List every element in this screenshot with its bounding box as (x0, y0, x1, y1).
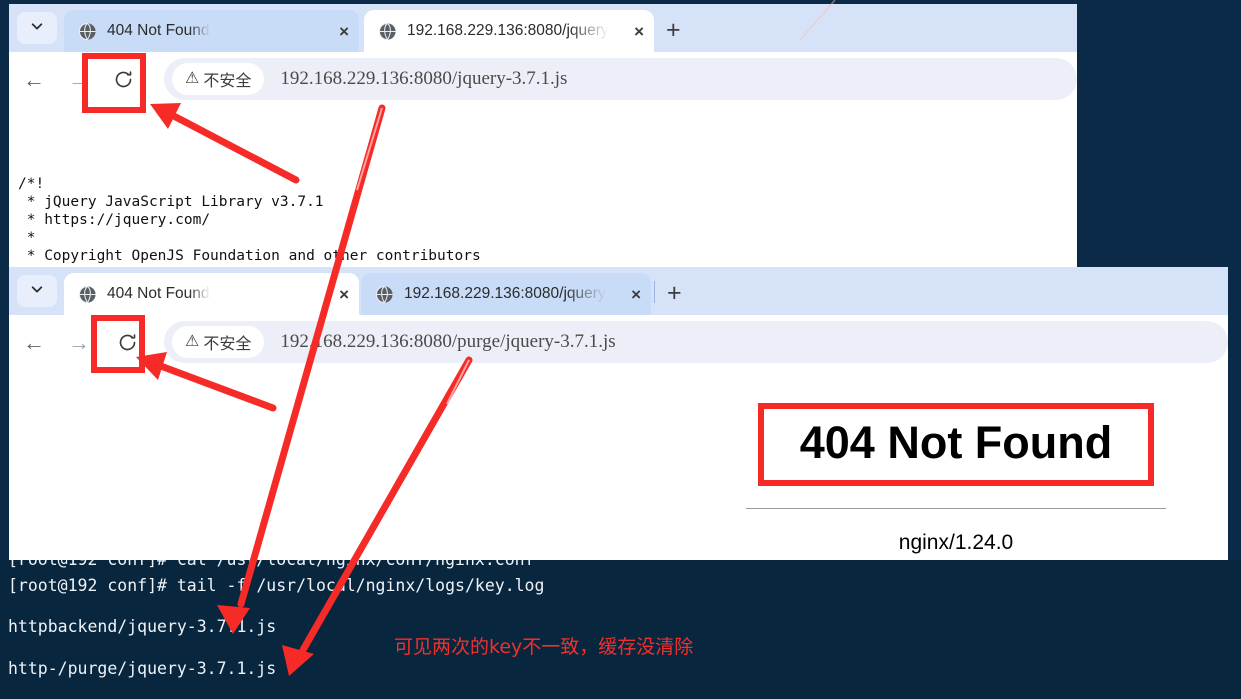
tab-separator (654, 281, 655, 303)
globe-icon (78, 285, 97, 304)
tab-title: 192.168.229.136:8080/jquery (404, 285, 606, 302)
forward-button-bottom[interactable]: → (68, 332, 90, 354)
browser-window-bottom: 404 Not Found × 192.168.229.136:8080/jqu… (9, 267, 1228, 568)
address-bar-top[interactable]: ⚠ 不安全 192.168.229.136:8080/jquery-3.7.1.… (164, 58, 1077, 100)
warning-triangle-icon: ⚠ (185, 70, 200, 87)
security-status-bottom[interactable]: ⚠ 不安全 (172, 326, 265, 358)
nginx-error-page: 404 Not Found nginx/1.24.0 (746, 403, 1166, 555)
tab-strip-top: 404 Not Found × 192.168.229.136:8080/jqu… (9, 4, 1077, 52)
address-bar-bottom[interactable]: ⚠ 不安全 192.168.229.136:8080/purge/jquery-… (164, 321, 1228, 363)
terminal-window[interactable]: [root@192 conf]# cat /usr/local/nginx/co… (0, 560, 1241, 699)
tab-close-icon[interactable]: × (617, 286, 641, 303)
globe-icon (375, 285, 394, 304)
security-label: 不安全 (203, 73, 252, 90)
url-text-bottom: 192.168.229.136:8080/purge/jquery-3.7.1.… (280, 331, 616, 352)
security-label: 不安全 (203, 336, 252, 353)
annotation-note-text: 可见两次的key不一致，缓存没清除 (394, 636, 694, 658)
page-viewport-bottom: 404 Not Found nginx/1.24.0 (9, 370, 1228, 568)
tab-close-icon[interactable]: × (620, 23, 644, 40)
terminal-line-clipped: [root@192 conf]# cat /usr/local/nginx/co… (8, 560, 535, 569)
toolbar-top: ← → ⚠ 不安全 192.168.229.136:8080/jquery-3.… (9, 52, 1077, 107)
url-text-top: 192.168.229.136:8080/jquery-3.7.1.js (280, 68, 568, 89)
jquery-source-text: /*! * jQuery JavaScript Library v3.7.1 *… (18, 176, 481, 270)
security-status-top[interactable]: ⚠ 不安全 (172, 63, 265, 95)
tab-jquery-bottom[interactable]: 192.168.229.136:8080/jquery × (361, 273, 651, 315)
terminal-line-log-1: httpbackend/jquery-3.7.1.js (8, 617, 277, 636)
reload-icon (115, 71, 131, 88)
tab-search-button-top[interactable] (17, 12, 57, 44)
terminal-clipped-line-area: [root@192 conf]# cat /usr/local/nginx/co… (0, 560, 1241, 569)
back-button-bottom[interactable]: ← (23, 332, 45, 354)
forward-button-top[interactable]: → (68, 69, 90, 91)
new-tab-button-bottom[interactable]: + (667, 281, 682, 306)
tab-search-button-bottom[interactable] (17, 275, 57, 307)
server-signature: nginx/1.24.0 (898, 531, 1014, 555)
globe-icon (378, 22, 397, 41)
desktop-background: 404 Not Found × 192.168.229.136:8080/jqu… (0, 0, 1241, 699)
reload-button-bottom[interactable] (98, 316, 156, 369)
chevron-down-icon (30, 19, 44, 38)
divider (746, 508, 1166, 510)
warning-triangle-icon: ⚠ (185, 333, 200, 350)
tab-404-not-found-bottom[interactable]: 404 Not Found × (64, 273, 359, 315)
tab-close-icon[interactable]: × (325, 23, 349, 40)
chevron-down-icon (30, 282, 44, 301)
tab-404-not-found-top[interactable]: 404 Not Found × (64, 10, 359, 52)
page-title: 404 Not Found (799, 417, 1113, 468)
new-tab-button-top[interactable]: + (666, 18, 681, 43)
reload-button-top[interactable] (94, 53, 152, 106)
reload-icon (119, 334, 135, 351)
terminal-line-command: [root@192 conf]# tail -f /usr/local/ngin… (8, 576, 545, 595)
tab-jquery-top[interactable]: 192.168.229.136:8080/jquery × (364, 10, 654, 52)
error-heading-highlight: 404 Not Found (757, 403, 1155, 487)
page-viewport-top: /*! * jQuery JavaScript Library v3.7.1 *… (9, 107, 1077, 270)
tab-strip-bottom: 404 Not Found × 192.168.229.136:8080/jqu… (9, 267, 1228, 315)
tab-title: 404 Not Found (107, 285, 210, 302)
browser-window-top: 404 Not Found × 192.168.229.136:8080/jqu… (9, 4, 1077, 270)
globe-icon (78, 22, 97, 41)
toolbar-bottom: ← → ⚠ 不安全 192.168.229.136:8080/purge/jqu… (9, 315, 1228, 370)
tab-close-icon[interactable]: × (325, 286, 349, 303)
tab-title: 192.168.229.136:8080/jquery (407, 22, 609, 39)
tab-title: 404 Not Found (107, 22, 210, 39)
terminal-line-log-2: http-/purge/jquery-3.7.1.js (8, 659, 277, 678)
back-button-top[interactable]: ← (23, 69, 45, 91)
